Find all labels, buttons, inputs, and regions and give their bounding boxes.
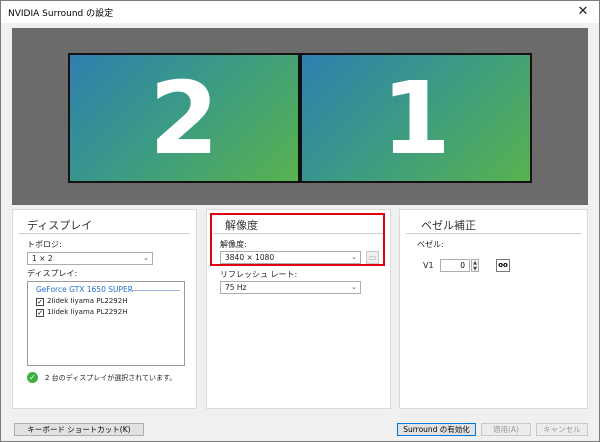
cancel-label: キャンセル (543, 425, 581, 434)
link-icon: oo (498, 261, 508, 269)
check-circle-icon: ✓ (27, 372, 38, 383)
nvidia-surround-window: NVIDIA Surround の設定 ✕ 2 1 ディスプレイ トポロジ: 1… (0, 0, 600, 442)
monitor-number: 2 (149, 59, 219, 177)
topology-value: 1 × 2 (32, 254, 53, 263)
monitor-label: 1Iidek Iiyama PL2292H (47, 308, 128, 316)
status-text: 2 台のディスプレイが選択されています。 (45, 374, 177, 382)
chevron-down-icon: ⌄ (143, 254, 149, 262)
chevron-down-icon: ⌄ (351, 283, 357, 291)
display-panel: ディスプレイ トポロジ: 1 × 2 ⌄ ディスプレイ: GeForce GTX… (12, 209, 197, 409)
topology-select[interactable]: 1 × 2 ⌄ (27, 252, 153, 265)
gpu-name: GeForce GTX 1650 SUPER (36, 285, 133, 294)
apply-button[interactable]: 適用(A) (481, 423, 531, 436)
v1-label: V1 (423, 261, 434, 270)
checkbox[interactable]: ✓ (36, 298, 44, 306)
monitor-2-preview[interactable]: 2 (68, 53, 300, 183)
display-panel-title: ディスプレイ (27, 219, 93, 232)
refresh-rate-select[interactable]: 75 Hz ⌄ (220, 281, 361, 294)
refresh-rate-label: リフレッシュ レート: (220, 270, 298, 279)
v1-value: 0 (460, 261, 465, 270)
monitor-list-item[interactable]: ✓ 1Iidek Iiyama PL2292H (36, 308, 176, 319)
display-preview: 2 1 (12, 28, 588, 205)
enable-surround-button[interactable]: Surround の有効化 (397, 423, 476, 436)
highlight-box (210, 213, 385, 266)
window-title: NVIDIA Surround の設定 (8, 9, 114, 19)
monitor-label: 2Iidek Iiyama PL2292H (47, 297, 128, 305)
monitor-list-item[interactable]: ✓ 2Iidek Iiyama PL2292H (36, 297, 176, 308)
displays-label: ディスプレイ: (27, 269, 78, 278)
bezel-label: ベゼル: (417, 240, 444, 249)
bezel-panel-title: ベゼル補正 (421, 219, 476, 232)
display-listbox[interactable]: GeForce GTX 1650 SUPER ✓ 2Iidek Iiyama P… (27, 281, 185, 366)
bezel-preview-button[interactable]: oo (496, 259, 510, 272)
bezel-panel: ベゼル補正 ベゼル: V1 0 ▲ ▼ oo (399, 209, 588, 409)
monitor-1-preview[interactable]: 1 (300, 53, 532, 183)
keyboard-shortcut-button[interactable]: キーボード ショートカット(K) (14, 423, 144, 436)
apply-label: 適用(A) (493, 425, 519, 434)
title-bar: NVIDIA Surround の設定 ✕ (1, 1, 599, 23)
checkbox[interactable]: ✓ (36, 309, 44, 317)
divider (19, 233, 190, 234)
topology-label: トポロジ: (27, 240, 62, 249)
divider (406, 233, 581, 234)
refresh-rate-value: 75 Hz (225, 283, 247, 292)
v1-spinner[interactable]: ▲ ▼ (471, 259, 479, 272)
arrow-down-icon[interactable]: ▼ (472, 266, 478, 272)
keyboard-shortcut-label: キーボード ショートカット(K) (27, 425, 131, 434)
close-icon: ✕ (577, 4, 589, 19)
divider (128, 290, 180, 291)
monitor-number: 1 (381, 59, 451, 177)
v1-input[interactable]: 0 (440, 259, 470, 272)
enable-surround-label: Surround の有効化 (403, 425, 470, 434)
close-button[interactable]: ✕ (567, 1, 599, 23)
cancel-button[interactable]: キャンセル (536, 423, 588, 436)
